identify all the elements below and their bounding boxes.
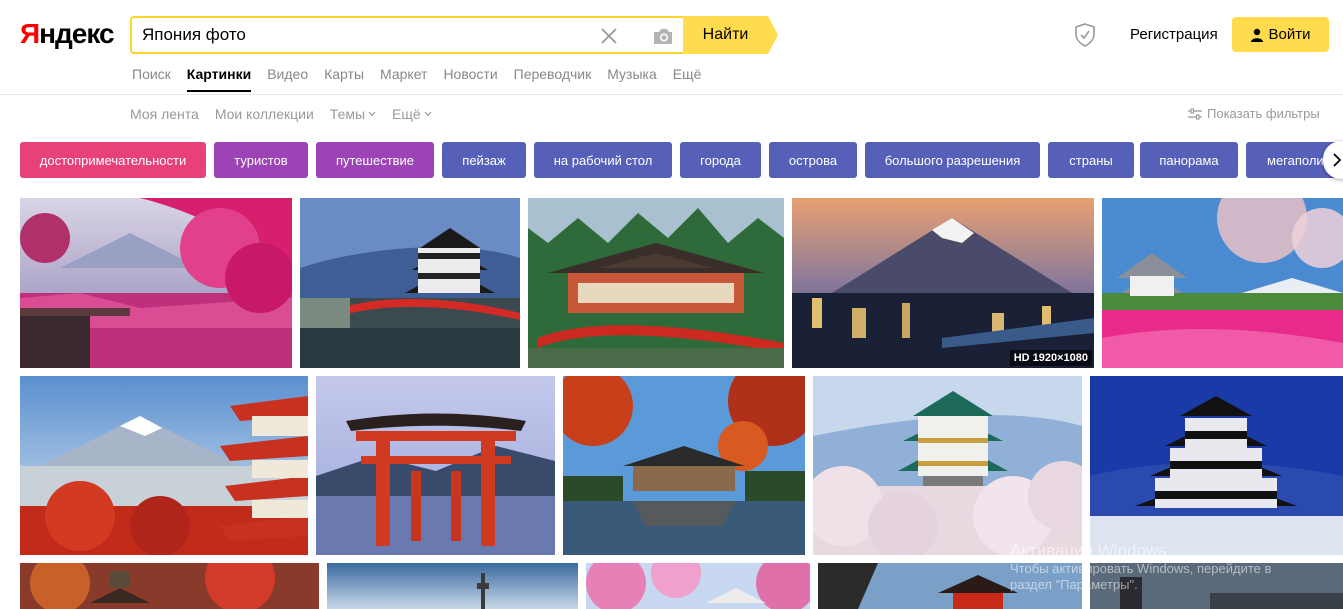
image-thumbnail[interactable] [563, 376, 805, 555]
tag-chip[interactable]: достопримечательности [20, 142, 206, 178]
image-thumbnail[interactable] [586, 563, 810, 609]
tag-chip[interactable]: на рабочий стол [534, 142, 672, 178]
tab-translate[interactable]: Переводчик [514, 65, 592, 83]
search-input[interactable] [142, 18, 582, 52]
tab-images[interactable]: Картинки [186, 65, 252, 92]
image-fuji-pagoda [20, 376, 308, 555]
image-autumn-pagoda [20, 563, 319, 609]
user-icon [1250, 28, 1263, 42]
image-thumbnail[interactable] [20, 563, 319, 609]
themes-dropdown[interactable]: Темы [330, 105, 376, 123]
more-dropdown[interactable]: Ещё [392, 105, 432, 123]
image-thumbnail[interactable] [316, 376, 555, 555]
image-thumbnail[interactable] [327, 563, 578, 609]
image-fuji-city-night [792, 198, 1094, 368]
search-box [130, 16, 683, 54]
login-button[interactable]: Войти [1232, 17, 1329, 52]
tag-chip[interactable]: путешествие [316, 142, 434, 178]
image-thumbnail[interactable] [300, 198, 520, 368]
related-tags: достопримечательности туристов путешеств… [20, 142, 1343, 178]
resolution-badge: HD 1920×1080 [1009, 350, 1092, 366]
my-collections-link[interactable]: Мои коллекции [215, 105, 314, 123]
tag-chip[interactable]: панорама [1140, 142, 1238, 178]
tab-market[interactable]: Маркет [380, 65, 427, 83]
tab-more[interactable]: Ещё [673, 65, 702, 83]
my-feed-link[interactable]: Моя лента [130, 105, 199, 123]
camera-icon[interactable] [652, 27, 674, 45]
image-castle-pink-field [1102, 198, 1343, 368]
image-thumbnail[interactable] [813, 376, 1082, 555]
tag-chip[interactable]: города [680, 142, 761, 178]
yandex-logo[interactable]: Яндекс [20, 18, 115, 50]
image-thumbnail[interactable]: HD 1920×1080 [792, 198, 1094, 368]
register-link[interactable]: Регистрация [1130, 26, 1218, 43]
tag-chip[interactable]: пейзаж [442, 142, 526, 178]
tab-video[interactable]: Видео [267, 65, 308, 83]
tag-chip[interactable]: большого разрешения [865, 142, 1040, 178]
image-thumbnail[interactable] [1102, 198, 1343, 368]
image-matsumoto-castle-snow [1090, 376, 1343, 555]
image-pink-blossom-castle [586, 563, 810, 609]
image-thumbnail[interactable] [528, 198, 784, 368]
services-nav: Поиск Картинки Видео Карты Маркет Новост… [132, 65, 717, 92]
tab-search[interactable]: Поиск [132, 65, 171, 83]
image-thumbnail[interactable] [20, 198, 292, 368]
search-button[interactable]: Найти [683, 16, 768, 54]
image-temple-forest [528, 198, 784, 368]
chevron-down-icon [368, 111, 376, 117]
image-torii-gate [316, 376, 555, 555]
show-filters-link[interactable]: Показать фильтры [1188, 105, 1320, 123]
images-subnav: Моя лента Мои коллекции Темы Ещё [130, 105, 448, 123]
search-button-arrow [768, 16, 778, 54]
filters-icon [1188, 108, 1202, 120]
chevron-right-icon [1333, 153, 1341, 167]
image-castle-red-bridge [300, 198, 520, 368]
image-tower-sky [327, 563, 578, 609]
image-osaka-castle-blossom [813, 376, 1082, 555]
tag-chip[interactable]: острова [769, 142, 857, 178]
tag-chip[interactable]: туристов [214, 142, 308, 178]
windows-activation-watermark: Активация Windows Чтобы активировать Win… [1010, 541, 1272, 592]
tab-news[interactable]: Новости [443, 65, 497, 83]
image-thumbnail[interactable] [1090, 376, 1343, 555]
image-autumn-temple-lake [563, 376, 805, 555]
search-bar: Найти [130, 16, 778, 54]
chevron-down-icon [424, 111, 432, 117]
tag-chip[interactable]: страны [1048, 142, 1134, 178]
header-divider [0, 94, 1343, 95]
clear-icon[interactable] [600, 27, 618, 45]
tab-maps[interactable]: Карты [324, 65, 364, 83]
image-thumbnail[interactable] [20, 376, 308, 555]
image-sakura-lake [20, 198, 292, 368]
shield-icon[interactable] [1074, 23, 1096, 47]
tab-music[interactable]: Музыка [607, 65, 657, 83]
